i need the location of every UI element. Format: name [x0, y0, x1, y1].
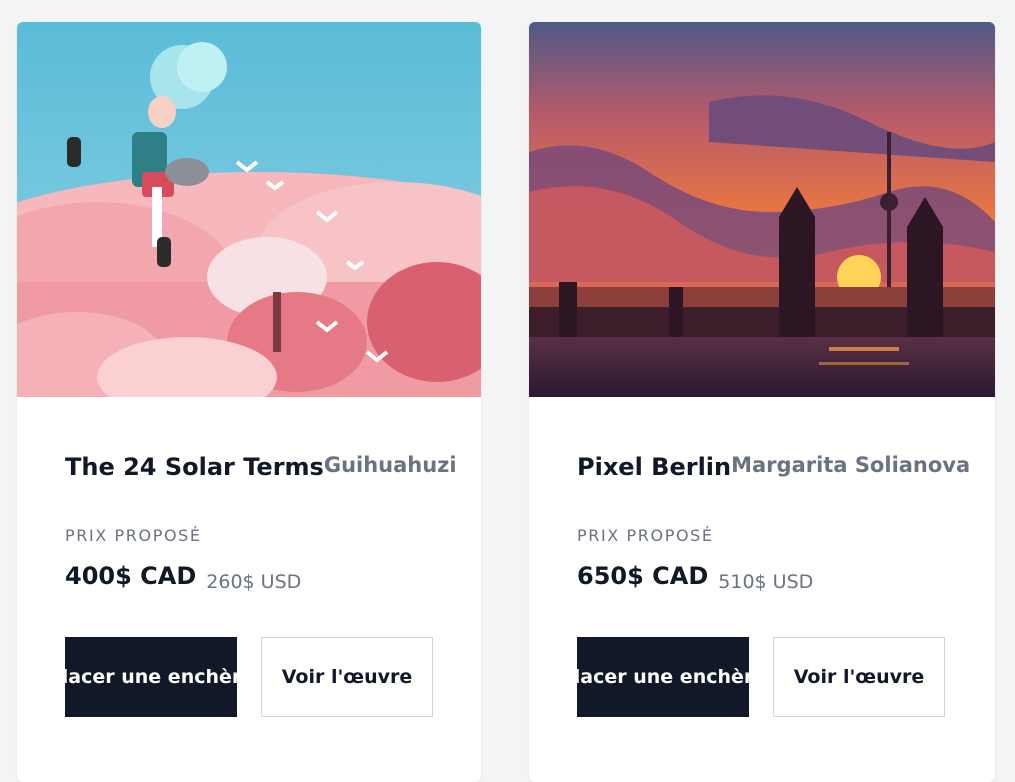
place-bid-button[interactable]: Placer une enchère	[65, 637, 237, 717]
price-row: 650$ CAD 510$ USD	[577, 562, 814, 593]
view-artwork-button[interactable]: Voir l'œuvre	[261, 637, 433, 717]
artwork-title[interactable]: The 24 Solar Terms	[65, 453, 324, 481]
price-usd: 260$ USD	[206, 571, 302, 593]
artist-name[interactable]: Margarita Solianova	[731, 453, 970, 477]
price-row: 400$ CAD 260$ USD	[65, 562, 302, 593]
artwork-image[interactable]	[529, 22, 995, 397]
price-cad: 400$ CAD	[65, 562, 197, 590]
artwork-card: Pixel BerlinMargarita Solianova PRIX PRO…	[529, 22, 995, 782]
place-bid-button[interactable]: Placer une enchère	[577, 637, 749, 717]
artwork-image[interactable]	[17, 22, 481, 397]
title-row: The 24 Solar TermsGuihuahuzi	[65, 453, 457, 481]
price-cad: 650$ CAD	[577, 562, 709, 590]
price-label: PRIX PROPOSÉ	[577, 526, 714, 545]
price-label: PRIX PROPOSÉ	[65, 526, 202, 545]
artwork-title[interactable]: Pixel Berlin	[577, 453, 731, 481]
artist-name[interactable]: Guihuahuzi	[324, 453, 457, 477]
price-usd: 510$ USD	[718, 571, 814, 593]
artwork-card: The 24 Solar TermsGuihuahuzi PRIX PROPOS…	[17, 22, 481, 782]
title-row: Pixel BerlinMargarita Solianova	[577, 453, 970, 481]
view-artwork-button[interactable]: Voir l'œuvre	[773, 637, 945, 717]
